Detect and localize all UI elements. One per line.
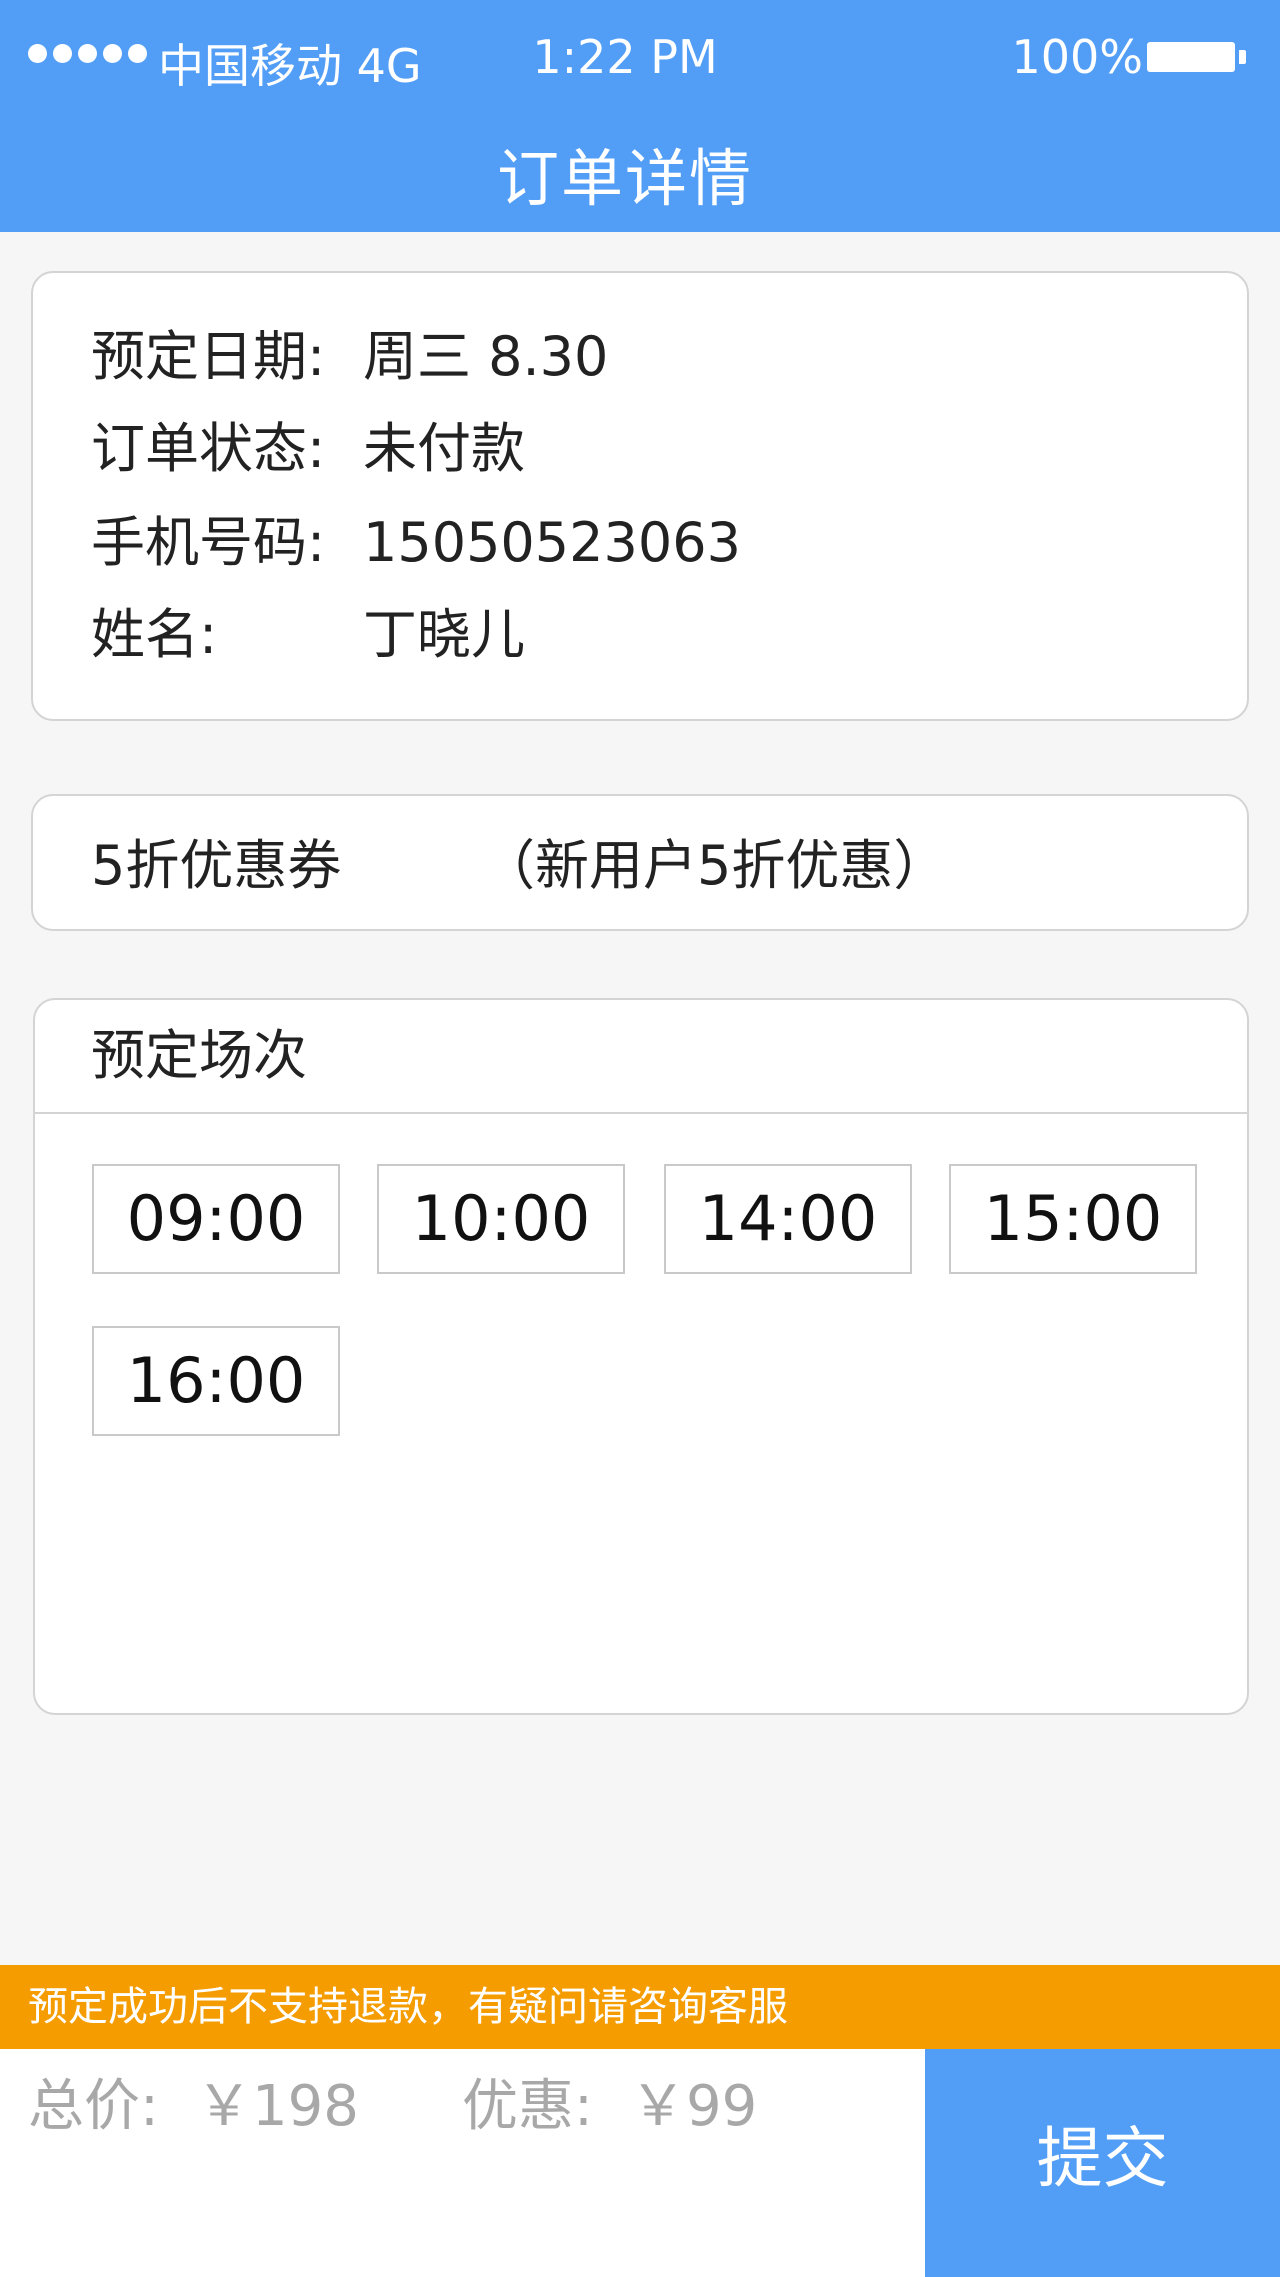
session-title: 预定场次 — [91, 1024, 307, 1087]
phone-label: 手机号码: — [91, 511, 326, 574]
time-slot-1000[interactable]: 10:00 — [377, 1164, 625, 1274]
checkout-bar: 总价: ￥198 优惠: ￥99 提交 — [0, 2049, 1280, 2277]
coupon-selector[interactable]: 5折优惠券 （新用户5折优惠） — [31, 794, 1249, 931]
total-price-label: 总价: — [28, 2074, 159, 2139]
name-value: 丁晓儿 — [363, 603, 525, 666]
order-info-card: 预定日期: 周三 8.30 订单状态: 未付款 手机号码: 1505052306… — [31, 271, 1249, 721]
booking-date-label: 预定日期: — [91, 325, 326, 388]
refund-notice-banner: 预定成功后不支持退款，有疑问请咨询客服 — [0, 1965, 1280, 2049]
booking-date-row: 预定日期: 周三 8.30 — [91, 325, 608, 389]
refund-notice-text: 预定成功后不支持退款，有疑问请咨询客服 — [28, 1984, 788, 2030]
time-slot-1400[interactable]: 14:00 — [664, 1164, 912, 1274]
time-slot-1500[interactable]: 15:00 — [949, 1164, 1197, 1274]
app-header: 中国移动 4G 1:22 PM 100% 订单详情 — [0, 0, 1280, 232]
discount-value: ￥99 — [630, 2074, 758, 2139]
order-status-row: 订单状态: 未付款 — [91, 417, 525, 481]
battery-tip-icon — [1239, 50, 1246, 64]
page-title: 订单详情 — [496, 142, 753, 215]
booking-date-value: 周三 8.30 — [363, 325, 609, 388]
battery-icon — [1147, 42, 1235, 72]
coupon-name: 5折优惠券 — [91, 834, 342, 897]
divider — [35, 1112, 1247, 1114]
order-status-value: 未付款 — [363, 417, 525, 480]
battery-percentage: 100% — [1011, 30, 1143, 84]
status-bar: 中国移动 4G 1:22 PM 100% — [0, 0, 1280, 116]
order-status-label: 订单状态: — [91, 417, 326, 480]
phone-value: 15050523063 — [363, 511, 741, 574]
session-card: 预定场次 09:00 10:00 14:00 15:00 16:00 — [33, 998, 1249, 1715]
coupon-description: （新用户5折优惠） — [481, 834, 948, 897]
time-slot-0900[interactable]: 09:00 — [92, 1164, 340, 1274]
total-price-value: ￥198 — [196, 2074, 359, 2139]
battery-indicator: 100% — [1011, 30, 1246, 84]
time-slot-1600[interactable]: 16:00 — [92, 1326, 340, 1436]
name-row: 姓名: 丁晓儿 — [91, 603, 525, 667]
discount-label: 优惠: — [462, 2074, 593, 2139]
name-label: 姓名: — [91, 603, 218, 666]
phone-row: 手机号码: 15050523063 — [91, 511, 741, 575]
submit-button[interactable]: 提交 — [925, 2049, 1280, 2277]
